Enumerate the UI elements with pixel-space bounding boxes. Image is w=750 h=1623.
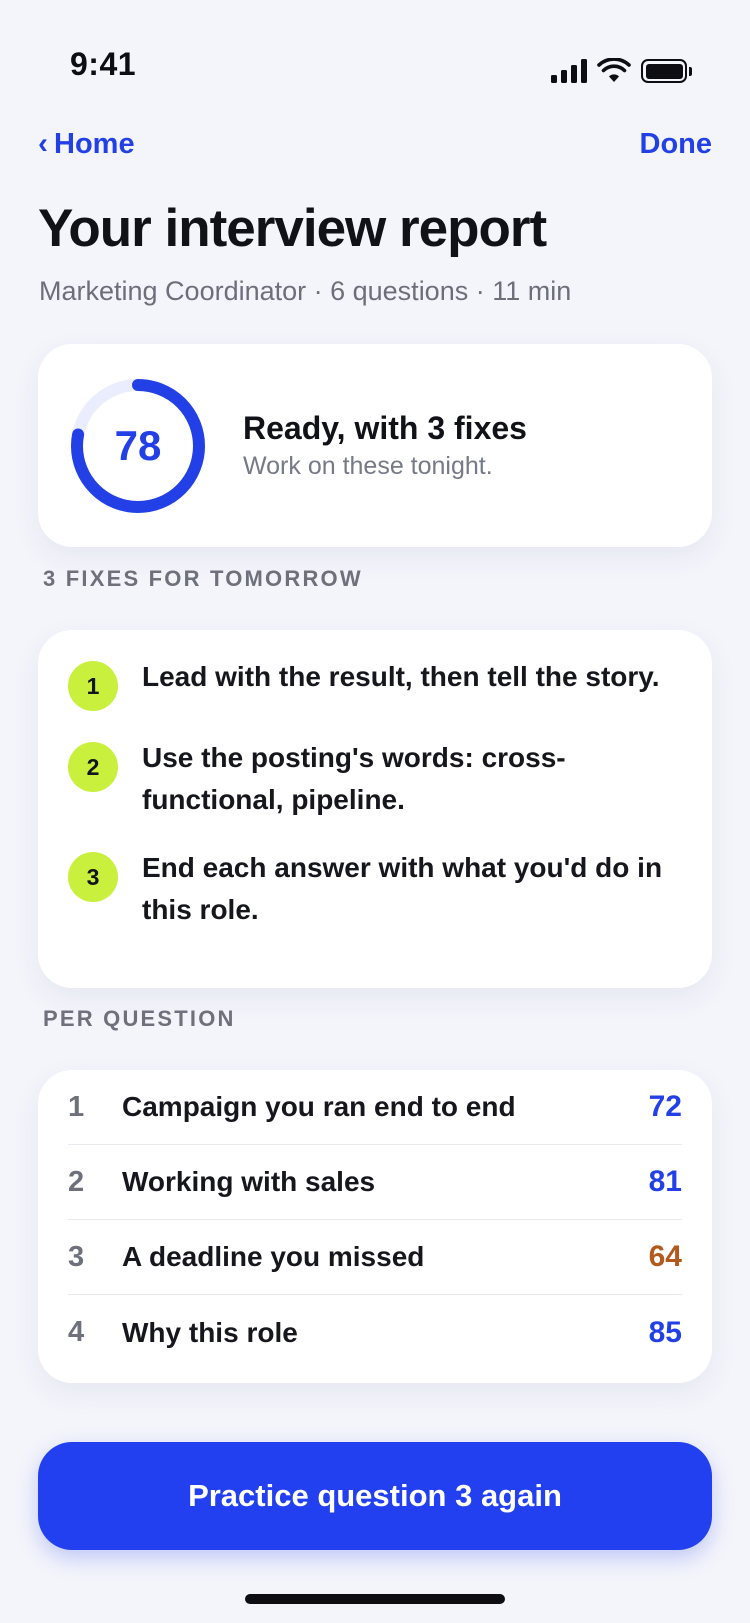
- nav-bar: ‹ Home Done: [38, 122, 712, 166]
- home-indicator: [245, 1594, 505, 1604]
- score-headline: Ready, with 3 fixes: [243, 410, 527, 446]
- question-label: Working with sales: [122, 1166, 376, 1197]
- status-icons: [551, 58, 692, 84]
- per-question-card: 1 Campaign you ran end to end 72 2 Worki…: [38, 1070, 712, 1383]
- status-time: 9:41: [70, 46, 137, 82]
- question-index: 3: [68, 1240, 85, 1273]
- question-label: A deadline you missed: [122, 1241, 425, 1272]
- score-subtext: Work on these tonight.: [243, 452, 493, 480]
- back-button[interactable]: ‹ Home: [38, 127, 135, 161]
- question-row[interactable]: 4 Why this role 85: [68, 1295, 682, 1370]
- question-row[interactable]: 2 Working with sales 81: [68, 1145, 682, 1220]
- question-score: 85: [648, 1315, 682, 1349]
- fix-text: Lead with the result, then tell the stor…: [142, 661, 660, 692]
- signal-icon: [551, 59, 587, 83]
- score-card: 78 Ready, with 3 fixes Work on these ton…: [38, 344, 712, 547]
- fix-item: 1 Lead with the result, then tell the st…: [68, 656, 682, 711]
- page-subtitle: Marketing Coordinator · 6 questions · 11…: [39, 276, 572, 306]
- score-value: 78: [114, 422, 162, 469]
- done-button[interactable]: Done: [640, 128, 713, 161]
- fixes-section-label: 3 FIXES FOR TOMORROW: [43, 566, 363, 591]
- question-label: Why this role: [122, 1316, 298, 1348]
- fix-number-badge: 1: [68, 661, 118, 711]
- chevron-left-icon: ‹: [38, 127, 48, 160]
- practice-again-button[interactable]: Practice question 3 again: [38, 1442, 712, 1550]
- wifi-icon: [597, 58, 631, 84]
- battery-icon: [641, 59, 692, 83]
- question-score: 64: [648, 1240, 682, 1273]
- fix-number-badge: 2: [68, 742, 118, 792]
- status-bar: 9:41: [0, 0, 750, 100]
- question-row[interactable]: 3 A deadline you missed 64: [68, 1220, 682, 1295]
- back-label: Home: [54, 127, 135, 160]
- question-index: 2: [68, 1165, 85, 1198]
- fix-text: Use the posting's words: cross-functiona…: [142, 742, 566, 815]
- question-score: 81: [648, 1165, 682, 1198]
- question-index: 1: [68, 1090, 85, 1123]
- fix-item: 2 Use the posting's words: cross-functio…: [68, 737, 682, 821]
- fix-text: End each answer with what you'd do in th…: [142, 852, 663, 925]
- question-score: 72: [648, 1090, 682, 1123]
- fix-number-badge: 3: [68, 852, 118, 902]
- question-label: Campaign you ran end to end: [122, 1091, 516, 1122]
- page-title: Your interview report: [38, 199, 547, 258]
- fixes-card: 1 Lead with the result, then tell the st…: [38, 630, 712, 988]
- fix-item: 3 End each answer with what you'd do in …: [68, 847, 682, 931]
- report-screen: 9:41 ‹ Home Done Your interview report M…: [0, 0, 750, 1623]
- question-row[interactable]: 1 Campaign you ran end to end 72: [68, 1070, 682, 1145]
- question-index: 4: [68, 1316, 85, 1348]
- per-question-section-label: PER QUESTION: [43, 1006, 236, 1031]
